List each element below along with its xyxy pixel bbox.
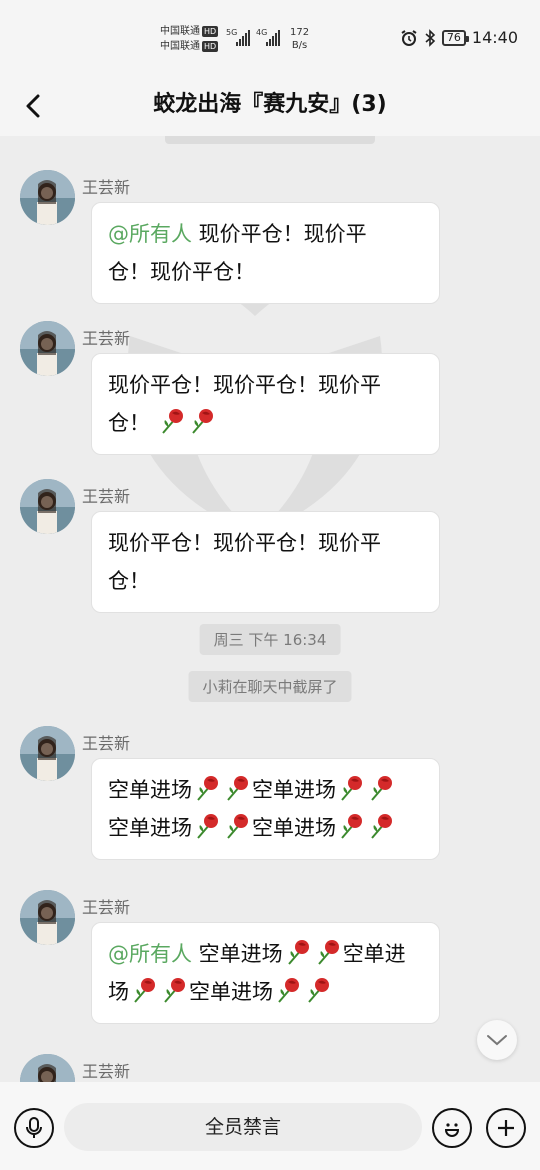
- more-button[interactable]: [486, 1108, 526, 1148]
- message-bubble[interactable]: 空单进场 空单进场 空单进场 空单进场: [91, 758, 440, 860]
- speed-value: 172: [290, 27, 310, 38]
- sender-name: 王芸新: [82, 329, 131, 348]
- rose-emoji: [164, 978, 185, 1003]
- input-bar: 全员禁言: [0, 1082, 540, 1170]
- alarm-icon: [401, 29, 417, 46]
- sender-name: 王芸新: [82, 898, 131, 917]
- plus-icon: [498, 1120, 514, 1136]
- timestamp: 周三 下午 16:34: [199, 624, 341, 655]
- battery-icon: 76: [441, 29, 469, 46]
- rose-emoji: [197, 776, 218, 801]
- rose-emoji: [161, 409, 183, 434]
- message-text: 空单进: [342, 942, 406, 966]
- rose-emoji: [227, 776, 248, 801]
- rose-emoji: [308, 978, 329, 1003]
- message-text: 空单进场: [189, 980, 273, 1004]
- signal-4g-icon: [266, 30, 280, 46]
- carrier-2: 中国联通: [160, 41, 200, 52]
- rose-emoji: [341, 776, 362, 801]
- chat-header: 蛟龙出海『赛九安』(3): [0, 78, 540, 136]
- status-bar: 中国联通 HD 中国联通 HD 5G 4G 172 B/s 76 14:40: [0, 0, 540, 78]
- message-text: 现价平仓！现价平仓！现价平: [108, 373, 381, 397]
- bluetooth-icon: [425, 28, 436, 47]
- message-text: 空单进场: [252, 816, 336, 840]
- sender-name: 王芸新: [82, 1062, 131, 1081]
- carrier-1: 中国联通: [160, 26, 200, 37]
- message-text: 空单进场: [108, 816, 192, 840]
- rose-emoji: [287, 940, 309, 965]
- chevron-down-icon: [487, 1035, 507, 1046]
- emoji-button[interactable]: [432, 1108, 472, 1148]
- rose-emoji: [317, 940, 339, 965]
- rose-emoji: [191, 409, 213, 434]
- avatar[interactable]: [20, 726, 75, 781]
- avatar[interactable]: [20, 479, 75, 534]
- battery-level: 76: [446, 30, 461, 44]
- message-bubble[interactable]: 现价平仓！现价平仓！现价平 仓！: [91, 511, 440, 613]
- message-list[interactable]: 王芸新 @所有人 现价平仓！现价平 仓！现价平仓！ 王芸新 现价平仓！现价平仓！…: [0, 136, 540, 1082]
- carrier-info: 中国联通 HD 中国联通 HD: [160, 24, 219, 54]
- sender-name: 王芸新: [82, 178, 131, 197]
- rose-emoji: [341, 814, 362, 839]
- scroll-to-bottom-button[interactable]: [477, 1020, 517, 1060]
- mute-all-notice: 全员禁言: [64, 1103, 422, 1151]
- avatar[interactable]: [20, 321, 75, 376]
- message-text: 现价平仓！现价平仓！现价平: [108, 531, 381, 555]
- system-icons: 76 14:40: [400, 28, 518, 47]
- rose-emoji: [227, 814, 248, 839]
- screenshot-notice: 小莉在聊天中截屏了: [188, 671, 352, 702]
- microphone-icon: [26, 1117, 42, 1138]
- mention-all[interactable]: @所有人: [108, 942, 192, 966]
- message-text: 空单进场: [252, 778, 336, 802]
- message-text: 仓！: [108, 569, 150, 593]
- message-text: 仓！现价平仓！: [108, 260, 255, 284]
- avatar[interactable]: [20, 890, 75, 945]
- message-text: 场: [108, 980, 129, 1004]
- avatar[interactable]: [20, 1054, 75, 1082]
- sender-name: 王芸新: [82, 487, 131, 506]
- message-bubble[interactable]: @所有人 现价平仓！现价平 仓！现价平仓！: [91, 202, 440, 304]
- rose-emoji: [371, 776, 392, 801]
- hd-badge: HD: [202, 26, 219, 37]
- rose-emoji: [278, 978, 299, 1003]
- message-text: 现价平仓！现价平: [192, 222, 367, 246]
- message-bubble[interactable]: 现价平仓！现价平仓！现价平 仓！: [91, 353, 440, 455]
- mention-all[interactable]: @所有人: [108, 222, 192, 246]
- sender-name: 王芸新: [82, 734, 131, 753]
- rose-emoji: [134, 978, 155, 1003]
- emoji-icon: [444, 1123, 460, 1137]
- message-bubble[interactable]: @所有人 空单进场 空单进 场 空单进场: [91, 922, 440, 1024]
- rose-emoji: [197, 814, 218, 839]
- clipped-system-notice: [165, 136, 375, 144]
- message-text: 空单进场: [192, 942, 283, 966]
- message-text: 仓！: [108, 411, 150, 435]
- rose-emoji: [371, 814, 392, 839]
- hd-badge: HD: [202, 41, 219, 52]
- chat-title[interactable]: 蛟龙出海『赛九安』(3): [0, 86, 540, 118]
- message-text: 空单进场: [108, 778, 192, 802]
- avatar[interactable]: [20, 170, 75, 225]
- voice-button[interactable]: [14, 1108, 54, 1148]
- network-speed: 172 B/s: [290, 26, 309, 52]
- signal-5g-icon: [236, 30, 250, 46]
- speed-unit: B/s: [291, 40, 308, 51]
- clock: 14:40: [471, 28, 518, 47]
